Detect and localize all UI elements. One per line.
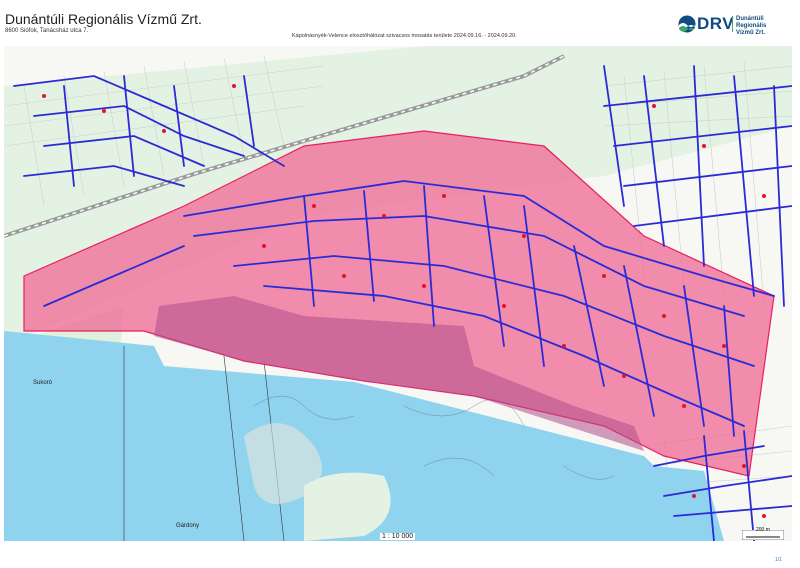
place-label-sukoro: Sukoró	[33, 380, 53, 386]
header: Dunántúli Regionális Vízmű Zrt. 8600 Sió…	[0, 0, 800, 46]
map-title: Kápolnásnyék-Velence elosztóhálózat sziv…	[292, 33, 517, 39]
logo-name: Dunántúli Regionális Vízmű Zrt.	[736, 16, 791, 37]
place-label-gardony: Gárdony	[176, 523, 200, 529]
drv-wave-logo-icon	[678, 15, 696, 33]
logo-name-line2: Vízmű Zrt.	[736, 30, 766, 36]
scale-bar-label: 200 m	[756, 527, 770, 533]
map-svg	[3, 46, 793, 542]
logo-abbr: DRV	[697, 14, 735, 33]
company-name: Dunántúli Regionális Vízmű Zrt.	[5, 11, 202, 27]
logo-separator	[732, 16, 733, 32]
page-number: 1/1	[775, 557, 782, 563]
map-canvas[interactable]	[3, 46, 793, 542]
logo-name-line1: Dunántúli Regionális	[736, 16, 767, 29]
scale-bar: 200 m	[741, 527, 785, 541]
drv-logo: DRV Dunántúli Regionális Vízmű Zrt.	[678, 13, 788, 37]
scale-ratio: 1 : 10 000	[380, 533, 416, 540]
company-address: 8600 Siófok, Tanácsház utca 7.	[5, 28, 89, 34]
